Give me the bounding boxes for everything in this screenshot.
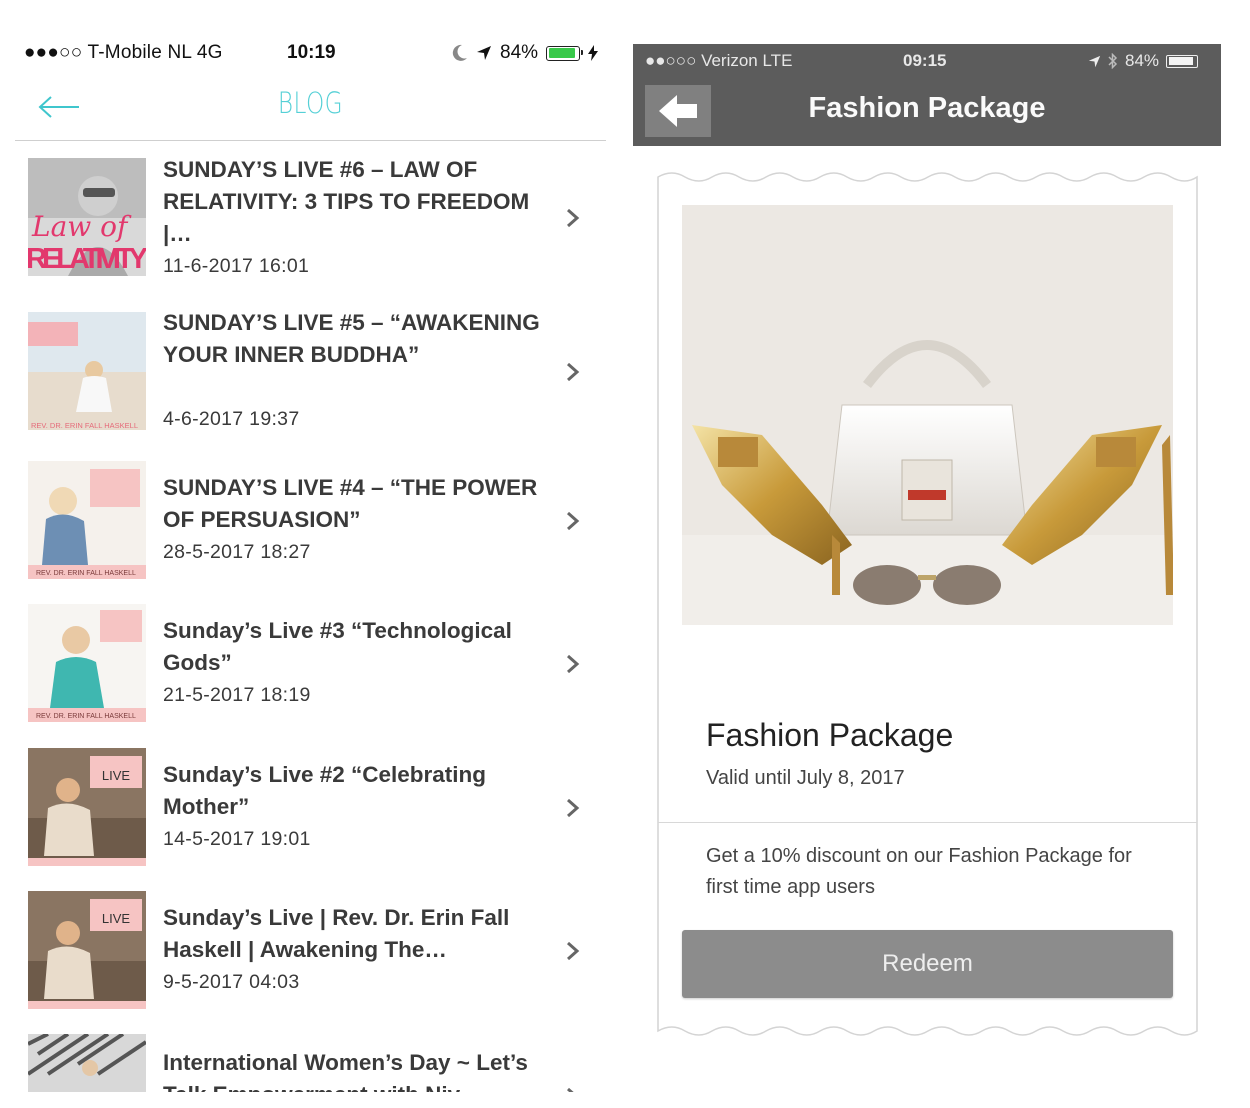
battery-icon — [1166, 54, 1199, 68]
chevron-right-icon — [567, 798, 580, 818]
nav-bar: BLOG — [15, 80, 606, 141]
location-arrow-icon — [1088, 55, 1101, 67]
svg-text:LIVE: LIVE — [102, 768, 131, 783]
post-thumbnail — [28, 1034, 146, 1092]
post-thumbnail: LIVE — [28, 891, 146, 1009]
charging-bolt-icon — [588, 45, 599, 61]
location-arrow-icon — [477, 46, 491, 60]
svg-text:Law of: Law of — [31, 210, 132, 243]
battery-icon — [546, 45, 584, 61]
post-thumbnail: REV. DR. ERIN FALL HASKELL — [28, 461, 146, 579]
blog-post-item[interactable]: LIVE Sunday’s Live #2 “Celebrating Mothe… — [15, 747, 606, 885]
post-thumbnail: REV. DR. ERIN FALL HASKELL — [28, 312, 146, 430]
status-right: 84% — [1088, 51, 1199, 71]
post-title: Sunday’s Live #2 “Celebrating Mother” — [163, 762, 487, 819]
offer-validity: Valid until July 8, 2017 — [706, 767, 905, 789]
offer-description: Get a 10% discount on our Fashion Packag… — [706, 845, 1132, 898]
clock: 10:19 — [287, 42, 336, 63]
post-thumbnail: LIVE — [28, 748, 146, 866]
moon-icon — [452, 44, 467, 61]
post-thumbnail: REV. DR. ERIN FALL HASKELL — [28, 604, 146, 722]
carrier-label: ●●●○○ T-Mobile NL 4G — [24, 42, 223, 63]
post-title: Sunday’s Live | Rev. Dr. Erin Fall Haske… — [163, 905, 510, 962]
chevron-right-icon — [567, 941, 580, 961]
svg-text:LIVE: LIVE — [102, 911, 131, 926]
page-title: BLOG — [277, 86, 344, 120]
status-bar: ●●○○○ Verizon LTE 09:15 84% — [633, 44, 1221, 78]
page-title: Fashion Package — [808, 92, 1046, 124]
status-right: 84% — [452, 42, 599, 64]
offer-title: Fashion Package — [706, 717, 954, 753]
product-image — [682, 205, 1173, 625]
post-title: SUNDAY’S LIVE #4 – “THE POWER OF PERSUAS… — [163, 475, 538, 532]
list-clip: International Women’s Day ~ Let’s Talk E… — [0, 1030, 620, 1092]
blog-post-item[interactable]: REV. DR. ERIN FALL HASKELL SUNDAY’S LIVE… — [15, 460, 606, 598]
right-screen: ●●○○○ Verizon LTE 09:15 84% Fashion Pack… — [633, 44, 1221, 1044]
chevron-right-icon — [567, 511, 580, 531]
blog-post-item[interactable]: REV. DR. ERIN FALL HASKELL Sunday’s Live… — [15, 603, 606, 741]
post-thumbnail: Law of RELATIVITY — [28, 158, 146, 276]
svg-text:RELATIVITY: RELATIVITY — [28, 243, 146, 275]
post-date: 11-6-2017 16:01 — [163, 255, 310, 277]
bluetooth-icon — [1108, 53, 1118, 69]
status-bar: ●●●○○ T-Mobile NL 4G 10:19 84% — [0, 42, 620, 72]
blog-post-item[interactable]: REV. DR. ERIN FALL HASKELL SUNDAY’S LIVE… — [15, 305, 606, 455]
carrier-label: ●●○○○ Verizon LTE — [645, 51, 793, 70]
clock: 09:15 — [903, 51, 947, 70]
nav-bar: Fashion Package — [633, 78, 1221, 146]
blog-post-item[interactable]: LIVE Sunday’s Live | Rev. Dr. Erin Fall … — [15, 890, 606, 1028]
post-date: 9-5-2017 04:03 — [163, 971, 300, 993]
post-date: 14-5-2017 19:01 — [163, 828, 311, 850]
chevron-right-icon — [567, 1087, 574, 1092]
battery-percent: 84% — [500, 42, 539, 63]
divider — [658, 822, 1197, 823]
redeem-button[interactable]: Redeem — [682, 930, 1173, 998]
svg-text:REV. DR. ERIN FALL HASKELL: REV. DR. ERIN FALL HASKELL — [31, 421, 138, 430]
post-title: Sunday’s Live #3 “Technological Gods” — [163, 618, 512, 675]
post-title: International Women’s Day ~ Let’s Talk E… — [163, 1050, 528, 1092]
post-date: 21-5-2017 18:19 — [163, 684, 311, 706]
post-title: SUNDAY’S LIVE #6 – LAW OF RELATIVITY: 3 … — [163, 157, 530, 246]
chevron-right-icon — [567, 654, 580, 674]
battery-percent: 84% — [1125, 51, 1160, 70]
chevron-right-icon — [567, 362, 580, 382]
chevron-right-icon — [567, 208, 580, 228]
svg-text:REV. DR. ERIN FALL HASKELL: REV. DR. ERIN FALL HASKELL — [36, 713, 136, 720]
left-screen: ●●●○○ T-Mobile NL 4G 10:19 84% BLOG Law … — [0, 0, 620, 1108]
blog-post-item[interactable]: Law of RELATIVITY SUNDAY’S LIVE #6 – LAW… — [15, 150, 606, 300]
blog-post-item[interactable]: International Women’s Day ~ Let’s Talk E… — [15, 1030, 606, 1092]
post-date: 28-5-2017 18:27 — [163, 541, 311, 563]
post-title: SUNDAY’S LIVE #5 – “AWAKENING YOUR INNER… — [163, 310, 540, 367]
svg-text:REV. DR. ERIN FALL HASKELL: REV. DR. ERIN FALL HASKELL — [36, 570, 136, 577]
coupon-card: Fashion Package Valid until July 8, 2017… — [657, 169, 1198, 1039]
post-date: 4-6-2017 19:37 — [163, 408, 300, 430]
